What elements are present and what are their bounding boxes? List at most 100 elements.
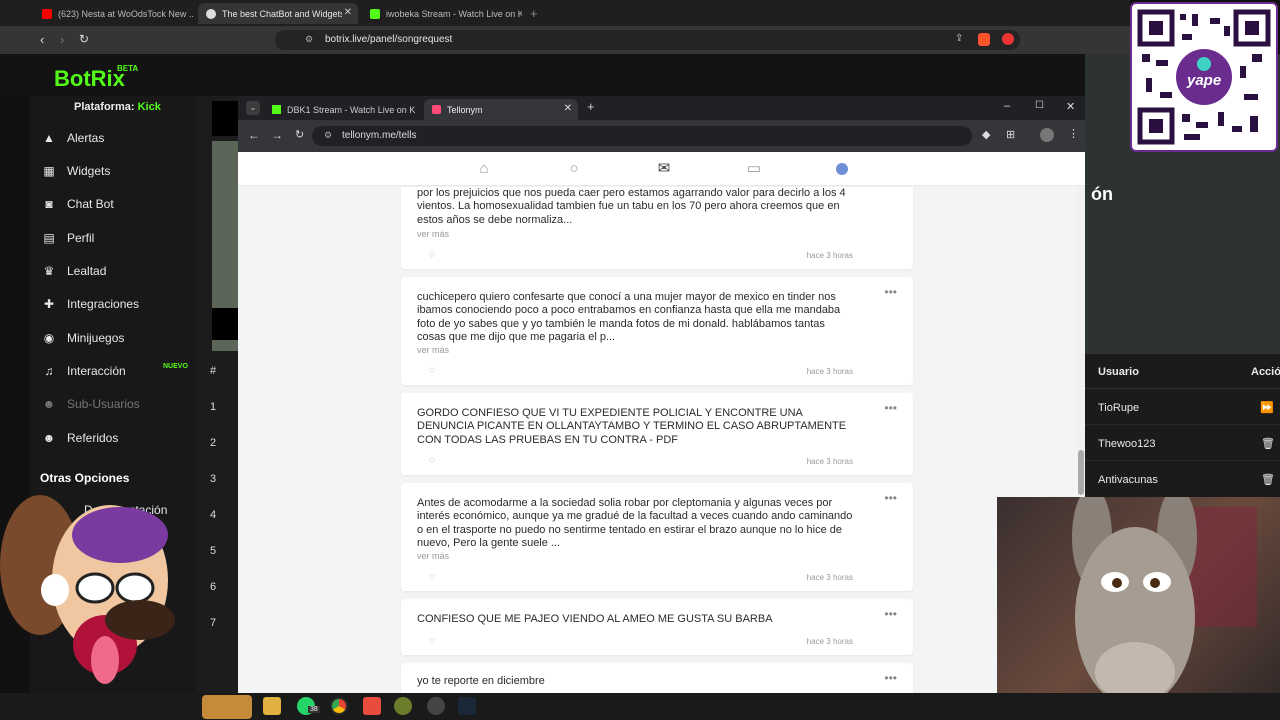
table-row-number: 4 (210, 509, 217, 521)
comment-icon[interactable]: ◌ (429, 571, 435, 582)
chrome-icon[interactable] (330, 697, 348, 715)
tell-text: Antes de acomodarme a la sociedad solia … (417, 497, 853, 550)
back-icon[interactable]: ‹ (40, 32, 44, 47)
outer-tab-kick[interactable]: iwobeka Stream - Watch Live on Kick (362, 3, 522, 24)
obs-icon[interactable] (427, 697, 445, 715)
maximize-icon[interactable]: ☐ (1035, 100, 1044, 111)
comment-icon[interactable]: ◌ (429, 249, 435, 260)
search-icon[interactable]: ○ (565, 160, 583, 178)
outer-address-bar[interactable]: ⚙ botrix.live/panel/songrequest ⇪ (275, 30, 1020, 50)
sidebar-item-chatbot[interactable]: ◙ Chat Bot (42, 197, 113, 211)
file-explorer-icon[interactable] (263, 697, 281, 715)
ver-mas-link[interactable]: ver más (417, 229, 449, 239)
inner-address-bar[interactable]: ⚙ tellonym.me/tells (312, 126, 972, 146)
inner-tab-kick[interactable]: DBK1 Stream - Watch Live on K (264, 99, 424, 120)
tell-time: hace 3 horas (806, 573, 853, 582)
home-icon[interactable]: ⌂ (475, 160, 493, 178)
comment-icon[interactable]: ◌ (429, 365, 435, 376)
column-header-user: Usuario (1098, 366, 1139, 378)
sidebar-item-referidos[interactable]: ☻ Referidos (42, 431, 119, 445)
tell-text: CONFIESO QUE ME PAJEO VIENDO AL AMEO ME … (417, 613, 773, 625)
inner-tab-label: Tellonym (447, 104, 483, 115)
chat-icon[interactable]: ▭ (745, 160, 763, 178)
comment-icon[interactable]: ◌ (429, 635, 435, 646)
profile-avatar[interactable] (836, 163, 848, 175)
sidebar-item-minijuegos[interactable]: ◉ Minijuegos (42, 331, 125, 345)
sidebar-item-widgets[interactable]: ▦ Widgets (42, 164, 110, 178)
platform-label: Plataforma: (74, 101, 135, 113)
taskbar-food-thumbnail[interactable] (202, 695, 252, 719)
inner-tab-tellonym[interactable]: Tellonym ✕ (424, 99, 578, 120)
close-window-icon[interactable]: ✕ (1066, 100, 1075, 113)
inbox-icon[interactable]: ✉ (655, 160, 673, 178)
close-icon[interactable]: ✕ (564, 103, 572, 114)
outer-tab-youtube[interactable]: (623) Nesta at WoOdsTock New ... (34, 3, 194, 24)
outer-url: botrix.live/panel/songrequest (325, 34, 453, 45)
tab-search-icon[interactable]: ⌄ (246, 101, 260, 115)
reload-icon[interactable]: ↻ (295, 128, 304, 141)
ver-mas-link[interactable]: ver más (417, 551, 449, 561)
extension-icon[interactable]: ◆ (982, 128, 990, 141)
site-info-icon[interactable]: ⚙ (324, 130, 332, 141)
donkey-avatar-illustration (0, 495, 175, 684)
puzzle-icon[interactable]: ⊞ (1006, 128, 1015, 141)
scrollbar-thumb[interactable] (1078, 450, 1084, 495)
outer-tab-label: iwobeka Stream - Watch Live on Kick (386, 8, 522, 19)
sidebar-item-label: Perfil (67, 231, 95, 245)
table-row-user: Antivacunas (1098, 474, 1158, 486)
brave-rewards-icon[interactable] (1002, 33, 1014, 45)
sidebar-item-sub-usuarios[interactable]: ☻ Sub-Usuarios (42, 397, 140, 411)
table-row-user: Thewoo123 (1098, 438, 1156, 450)
inner-tab-bar: ⌄ DBK1 Stream - Watch Live on K Tellonym… (238, 96, 1085, 120)
botrix-tab-icon (206, 8, 216, 19)
robot-icon: ◙ (45, 197, 53, 211)
brave-shield-icon[interactable] (978, 33, 990, 46)
outer-tab-label: The best ChatBot and Widgets f... (222, 8, 342, 19)
sidebar-item-alertas[interactable]: ▲ Alertas (42, 131, 104, 145)
forward-icon[interactable]: → (271, 128, 283, 142)
close-icon[interactable]: ✕ (344, 7, 352, 18)
ver-mas-link[interactable]: ver más (417, 345, 449, 355)
outer-tab-botrix[interactable]: The best ChatBot and Widgets f... ✕ (198, 3, 358, 24)
new-tab-icon[interactable]: + (530, 6, 538, 21)
avatar[interactable] (1040, 128, 1054, 142)
trash-icon[interactable]: 🗑 (1261, 437, 1275, 450)
share-icon[interactable]: ⇪ (955, 33, 963, 44)
sidebar-item-integraciones[interactable]: ✚ Integraciones (42, 297, 139, 311)
yape-logo: yape (1187, 72, 1222, 89)
steam-icon[interactable] (458, 697, 476, 715)
site-info-icon[interactable]: ⚙ (305, 34, 313, 45)
back-icon[interactable]: ← (248, 128, 260, 142)
table-row-number: 6 (210, 581, 217, 593)
sidebar-item-perfil[interactable]: ▤ Perfil (42, 231, 94, 245)
botrix-header: BotRix BETA (0, 54, 1130, 96)
sidebar-item-lealtad[interactable]: ♛ Lealtad (42, 264, 107, 278)
webcam-feed (997, 497, 1280, 720)
app-icon[interactable] (363, 697, 381, 715)
sidebar-item-interaccion[interactable]: ♫ Interacción (42, 364, 126, 378)
table-row-number: 3 (210, 473, 217, 485)
trash-icon[interactable]: 🗑 (1261, 473, 1275, 486)
tell-feed: por los prejuicios que nos pueda caer pe… (238, 187, 1085, 693)
new-tab-icon[interactable]: + (587, 99, 595, 114)
profile-card-icon: ▤ (43, 231, 55, 245)
botrix-logo[interactable]: BotRix (54, 66, 125, 92)
table-row-user: TioRupe (1098, 402, 1140, 414)
more-options-icon[interactable]: ••• (884, 401, 897, 415)
more-options-icon[interactable]: ••• (884, 671, 897, 685)
skip-icon[interactable]: ⏩ (1260, 401, 1274, 414)
menu-dots-icon[interactable]: ⋮ (1068, 127, 1079, 140)
column-header-action: Acció (1251, 366, 1280, 378)
more-options-icon[interactable]: ••• (884, 491, 897, 505)
more-options-icon[interactable]: ••• (884, 285, 897, 299)
trophy-icon: ♛ (43, 264, 55, 278)
app-icon[interactable] (394, 697, 412, 715)
reload-icon[interactable]: ↻ (79, 32, 89, 46)
platform-value: Kick (137, 101, 161, 113)
forward-icon[interactable]: › (60, 32, 64, 47)
minimize-icon[interactable]: – (1004, 100, 1010, 112)
tell-text: por los prejuicios que nos pueda caer pe… (417, 187, 846, 226)
sidebar-item-label: Widgets (67, 164, 111, 178)
more-options-icon[interactable]: ••• (884, 607, 897, 621)
comment-icon[interactable]: ◌ (429, 455, 435, 466)
